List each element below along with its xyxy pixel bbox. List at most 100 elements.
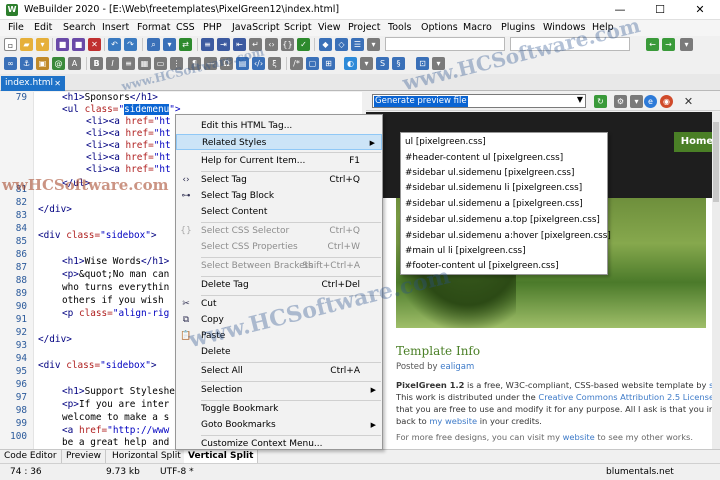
replace-icon[interactable]: ⇄ [179,38,192,51]
submenu-item-style[interactable]: #header-content ul [pixelgreen.css] [405,151,563,166]
find-next-icon[interactable]: ▾ [163,38,176,51]
forward-arrow-icon[interactable]: → [662,38,675,51]
tab-preview[interactable]: Preview [62,450,107,463]
menu-item-customize[interactable]: Customize Context Menu... [176,436,382,452]
back-arrow-icon[interactable]: ← [646,38,659,51]
menu-item-help[interactable]: Help for Current Item... F1 [176,153,382,169]
indent-icon[interactable]: ⇥ [217,38,230,51]
box-icon[interactable]: ▢ [306,57,319,70]
menu-item-selection[interactable]: Selection ▶ [176,382,382,398]
more-icon[interactable]: ▾ [367,38,380,51]
menu-item-select-content[interactable]: Select Content [176,204,382,220]
menu-macro[interactable]: Macro [463,22,492,33]
format-combo[interactable] [385,37,505,51]
comment-block-icon[interactable]: /* [290,57,303,70]
redo-icon[interactable]: ↷ [124,38,137,51]
bookmark-next-icon[interactable]: ◇ [335,38,348,51]
bold-icon[interactable]: B [90,57,103,70]
color-picker-icon[interactable]: ◐ [344,57,357,70]
maximize-button[interactable]: ☐ [640,0,680,20]
menu-view[interactable]: View [318,22,341,33]
bracket-icon[interactable]: {} [281,38,294,51]
image-icon[interactable]: ▣ [36,57,49,70]
settings-dropdown-icon[interactable]: ▾ [630,95,643,108]
align-icon[interactable]: ≡ [122,57,135,70]
brand-link[interactable]: blumentals.net [606,467,674,477]
tab-code-editor[interactable]: Code Editor [0,450,62,463]
menu-search[interactable]: Search [63,22,96,33]
bookmark-icon[interactable]: ◆ [319,38,332,51]
menu-item-select-tag[interactable]: ‹› Select Tag Ctrl+Q [176,172,382,188]
menu-format[interactable]: Format [137,22,170,33]
code-token: welcome to make a s [62,412,170,423]
menu-item-select-tag-block[interactable]: ⊶ Select Tag Block [176,188,382,204]
menu-item-goto-bookmarks[interactable]: Goto Bookmarks ▶ [176,417,382,433]
css-icon[interactable]: § [392,57,405,70]
comment-icon[interactable]: ≡ [201,38,214,51]
menu-script[interactable]: Script [284,22,312,33]
undo-icon[interactable]: ↶ [108,38,121,51]
submenu-item-style[interactable]: #sidebar ul.sidemenu a [pixelgreen.css] [405,197,583,212]
menu-tools[interactable]: Tools [388,22,411,33]
website-link[interactable]: my website [429,416,477,426]
submenu-item-style[interactable]: #sidebar ul.sidemenu a.top [pixelgreen.c… [405,213,600,228]
menu-item-edit-tag[interactable]: Edit this HTML Tag... [176,118,382,134]
submenu-item-style[interactable]: #sidebar ul.sidemenu a:hover [pixelgreen… [405,229,611,244]
open-dropdown-icon[interactable]: ▾ [36,38,49,51]
menu-item-related-styles[interactable]: Related Styles ▶ [176,134,382,150]
submenu-item-style[interactable]: #main ul li [pixelgreen.css] [405,244,526,259]
close-button[interactable]: ✕ [680,0,720,20]
style-icon[interactable]: S [376,57,389,70]
color-dropdown-icon[interactable]: ▾ [360,57,373,70]
menu-php[interactable]: PHP [203,22,222,33]
close-tab-icon[interactable]: ✕ [54,76,61,91]
list-icon[interactable]: ☰ [351,38,364,51]
link-icon[interactable]: ∞ [4,57,17,70]
search-icon[interactable]: ⌕ [147,38,160,51]
license-link[interactable]: Creative Commons Attribution 2.5 License [538,392,714,402]
new-file-icon[interactable]: ▫ [4,38,17,51]
close-preview-icon[interactable]: ✕ [682,95,695,108]
menu-javascript[interactable]: JavaScript [232,22,280,33]
close-file-icon[interactable]: ✕ [88,38,101,51]
menu-item-label: Toggle Bookmark [201,404,279,414]
toolbar-more-icon[interactable]: ▾ [680,38,693,51]
preview-mode-select[interactable]: Generate preview file ▼ [372,94,586,108]
menu-item-select-all[interactable]: Select All Ctrl+A [176,363,382,379]
chrome-browser-icon[interactable]: ◉ [660,95,673,108]
author-link[interactable]: ealigam [440,362,474,372]
menu-item-toggle-bookmark[interactable]: Toggle Bookmark [176,401,382,417]
refresh-icon[interactable]: ↻ [594,95,607,108]
encoding[interactable]: UTF-8 * [160,467,194,477]
open-folder-icon[interactable]: ▰ [20,38,33,51]
tab-horizontal-split[interactable]: Horizontal Split [108,450,186,463]
frame-icon[interactable]: ⊞ [322,57,335,70]
menu-file[interactable]: File [8,22,24,33]
preview-scrollbar[interactable] [712,112,720,449]
tab-index-html[interactable]: index.html ✕ [1,76,65,91]
submenu-item-style[interactable]: #sidebar ul.sidemenu li [pixelgreen.css] [405,181,582,196]
submenu-item-style[interactable]: ul [pixelgreen.css] [405,135,486,150]
submenu-item-style[interactable]: #sidebar ul.sidemenu [pixelgreen.css] [405,166,574,181]
menu-css[interactable]: CSS [176,22,195,33]
menu-options[interactable]: Options [421,22,458,33]
website-link[interactable]: website [563,432,595,442]
scrollbar-thumb[interactable] [713,122,719,202]
save-as-icon[interactable]: ■ [72,38,85,51]
anchor-icon[interactable]: ⚓ [20,57,33,70]
check-icon[interactable]: ✓ [297,38,310,51]
ie-browser-icon[interactable]: e [644,95,657,108]
save-icon[interactable]: ■ [56,38,69,51]
symbol-icon[interactable]: ξ [268,57,281,70]
tag-icon[interactable]: ‹› [265,38,278,51]
italic-icon[interactable]: I [106,57,119,70]
menu-project[interactable]: Project [348,22,381,33]
email-icon[interactable]: @ [52,57,65,70]
font-size-icon[interactable]: A [68,57,81,70]
preview-settings-icon[interactable]: ⚙ [614,95,627,108]
menu-plugins[interactable]: Plugins [501,22,535,33]
menu-insert[interactable]: Insert [102,22,129,33]
menu-edit[interactable]: Edit [34,22,52,33]
table-icon[interactable]: ▦ [138,57,151,70]
menu-item-shortcut: Ctrl+Q [329,226,360,236]
